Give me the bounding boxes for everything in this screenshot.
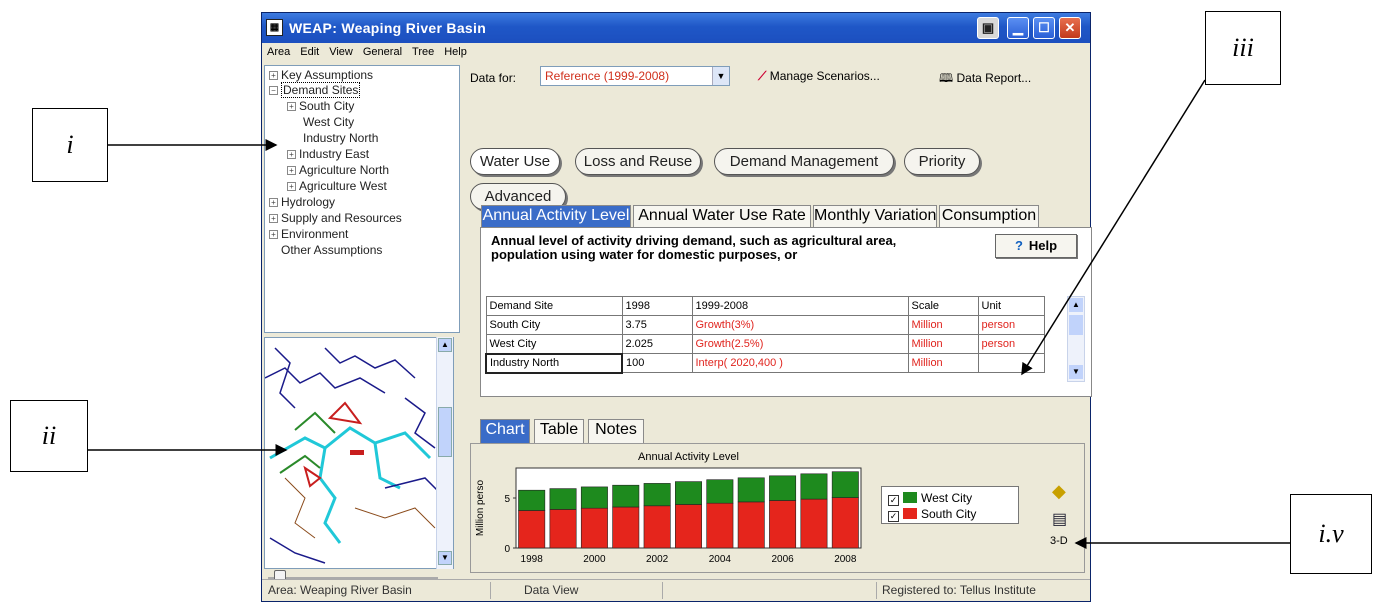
callout-iii-arrow	[1021, 79, 1206, 376]
callout-arrows	[88, 79, 1290, 549]
